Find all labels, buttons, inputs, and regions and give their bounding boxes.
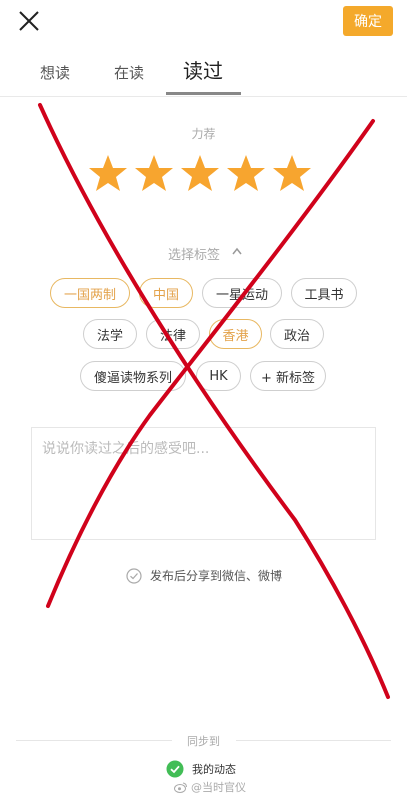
check-circle-icon[interactable] <box>126 567 142 584</box>
tag-chip[interactable]: 工具书 <box>291 278 357 308</box>
tab-active-indicator <box>166 92 241 95</box>
tab-want-to-read[interactable]: 想读 <box>40 62 70 83</box>
status-tabs: 想读 在读 读过 <box>0 52 407 97</box>
tag-chip[interactable]: 一国两制 <box>50 278 130 308</box>
confirm-button[interactable]: 确定 <box>343 6 393 36</box>
tag-chip[interactable]: 傻逼读物系列 <box>80 361 186 391</box>
review-placeholder: 说说你读过之后的感受吧... <box>42 441 210 457</box>
tag-chip[interactable]: 政治 <box>270 319 324 349</box>
star-icon[interactable] <box>272 153 312 193</box>
star-icon[interactable] <box>134 153 174 193</box>
tag-chip[interactable]: 法律 <box>146 319 200 349</box>
tag-chip[interactable]: 一星运动 <box>202 278 282 308</box>
tag-chip[interactable]: HK <box>196 361 241 391</box>
watermark-text: @当时官仪 <box>191 781 246 794</box>
check-circle-filled-icon[interactable] <box>166 760 184 778</box>
close-button[interactable] <box>16 8 42 34</box>
sync-label: 同步到 <box>187 735 220 748</box>
star-icon[interactable] <box>88 153 128 193</box>
review-input[interactable]: 说说你读过之后的感受吧... <box>31 427 376 540</box>
tags-label: 选择标签 <box>168 248 221 263</box>
tag-chip[interactable]: 法学 <box>83 319 137 349</box>
my-feed-label: 我的动态 <box>192 763 236 776</box>
sync-my-feed-option[interactable]: 我的动态 <box>166 760 236 778</box>
tab-read[interactable]: 读过 <box>183 55 223 84</box>
share-option[interactable]: 发布后分享到微信、微博 <box>126 567 282 584</box>
chevron-up-icon[interactable] <box>232 247 242 255</box>
weibo-icon <box>174 782 187 793</box>
red-x-overlay <box>38 103 390 699</box>
watermark: @当时官仪 <box>174 779 246 795</box>
star-icon[interactable] <box>226 153 266 193</box>
tag-chip[interactable]: 香港 <box>209 319 262 349</box>
close-icon <box>19 11 39 31</box>
tag-chip[interactable]: 中国 <box>139 278 193 308</box>
star-icon[interactable] <box>180 153 220 193</box>
star-rating[interactable] <box>88 153 312 193</box>
tab-reading[interactable]: 在读 <box>114 62 144 83</box>
rating-label: 力荐 <box>191 127 216 141</box>
new-tag-button[interactable]: + 新标签 <box>250 361 326 391</box>
share-label: 发布后分享到微信、微博 <box>150 569 283 583</box>
